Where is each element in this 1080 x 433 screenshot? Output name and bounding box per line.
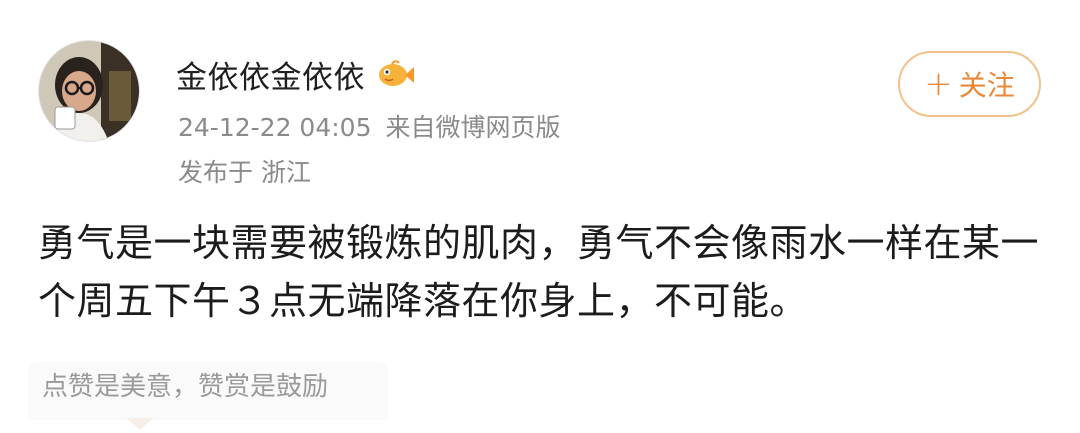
reward-hint[interactable]: 点赞是美意，赞赏是鼓励	[42, 366, 328, 403]
post-header: 金依依金依依 24-12-22 04:05 来自微博网页版 发布于 浙江 + 关注	[0, 0, 1080, 200]
author-name[interactable]: 金依依金依依	[176, 52, 365, 97]
post-location: 发布于 浙江	[178, 158, 311, 187]
reward-caret-icon	[126, 418, 154, 430]
avatar[interactable]	[38, 40, 140, 142]
post-content: 勇气是一块需要被锻炼的肌肉，勇气不会像雨水一样在某一个周五下午３点无端降落在你身…	[38, 221, 1040, 323]
avatar-image	[39, 41, 139, 141]
follow-button[interactable]: + 关注	[898, 51, 1041, 117]
plus-icon: +	[924, 64, 953, 104]
post-source[interactable]: 来自微博网页版	[385, 113, 560, 142]
fish-badge-icon	[375, 58, 415, 90]
post-meta: 24-12-22 04:05 来自微博网页版	[178, 108, 561, 144]
author-row: 金依依金依依	[176, 52, 415, 96]
follow-label: 关注	[958, 69, 1015, 102]
post-timestamp: 24-12-22 04:05	[178, 113, 372, 142]
